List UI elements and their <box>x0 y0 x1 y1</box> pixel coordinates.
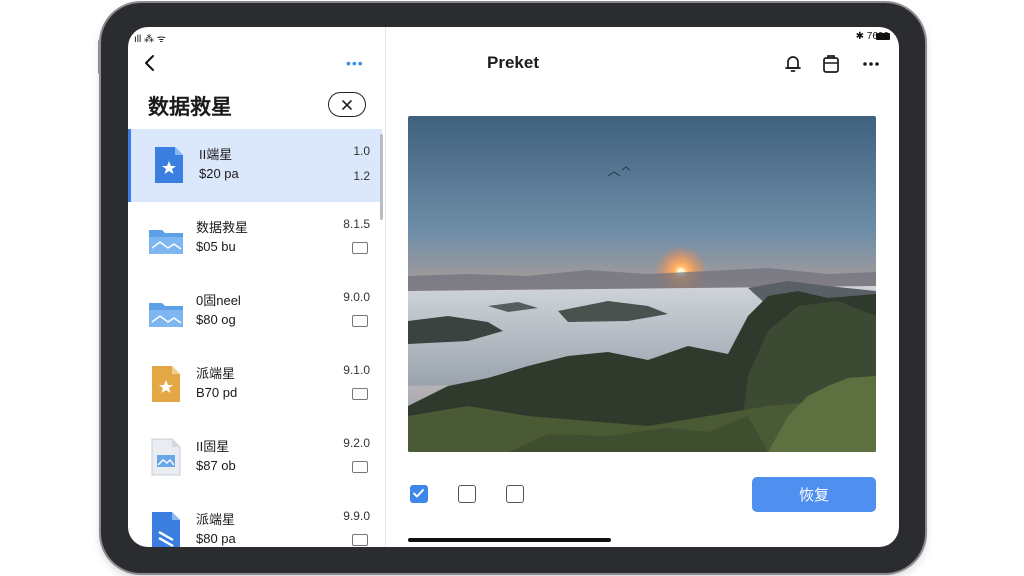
preview-photo <box>408 116 876 452</box>
file-name: II固星 <box>196 439 230 454</box>
file-version: 9.9.0 <box>343 509 370 523</box>
file-size: $80 pa <box>196 531 236 546</box>
blue-document-icon <box>155 147 183 183</box>
sidebar: ••• 数据救星 II端星 $20 pa 1.0 1.2 数据救星 $05 bu… <box>128 27 386 547</box>
list-item[interactable]: 数据救星 $05 bu 8.1.5 <box>128 202 382 275</box>
image-file-icon <box>151 438 181 476</box>
file-size: $87 ob <box>196 458 236 473</box>
sidebar-more-button[interactable]: ••• <box>346 55 364 71</box>
back-chevron-icon[interactable] <box>142 53 158 73</box>
file-version: 1.0 <box>353 144 370 158</box>
select-checkbox[interactable] <box>352 534 368 546</box>
list-item[interactable]: II固星 $87 ob 9.2.0 <box>128 421 382 494</box>
list-item[interactable]: 0固neel $80 og 9.0.0 <box>128 275 382 348</box>
option-checkbox-3[interactable] <box>506 485 524 503</box>
list-item[interactable]: 派端星 $80 pa 9.9.0 <box>128 494 382 547</box>
restore-button[interactable]: 恢复 <box>752 477 876 512</box>
page-title: Preket <box>487 53 539 72</box>
file-size: $80 og <box>196 312 236 327</box>
select-checkbox[interactable] <box>352 242 368 254</box>
option-checkbox-2[interactable] <box>458 485 476 503</box>
clipboard-icon[interactable] <box>821 53 841 75</box>
list-item[interactable]: II端星 $20 pa 1.0 1.2 <box>128 129 382 202</box>
file-name: 数据救星 <box>196 220 249 235</box>
file-name: 派端星 <box>196 366 236 381</box>
file-version: 8.1.5 <box>343 217 370 231</box>
more-options-icon[interactable] <box>861 53 881 75</box>
select-checkbox[interactable] <box>352 388 368 400</box>
file-name: 0固neel <box>196 293 241 308</box>
home-indicator <box>408 538 611 542</box>
close-icon <box>342 99 352 110</box>
option-checkbox-1[interactable] <box>410 485 428 503</box>
sidebar-scrollbar[interactable] <box>380 134 383 220</box>
select-checkbox[interactable] <box>352 461 368 473</box>
file-version: 9.1.0 <box>343 363 370 377</box>
blue-folder-icon <box>149 303 183 327</box>
volume-button <box>98 40 101 74</box>
detail-panel: Preket 恢复 <box>387 27 899 547</box>
sidebar-title: 数据救星 <box>148 96 232 119</box>
select-checkbox[interactable] <box>352 315 368 327</box>
file-size: $20 pa <box>199 166 239 181</box>
file-name: II端星 <box>199 147 233 162</box>
file-list: II端星 $20 pa 1.0 1.2 数据救星 $05 bu 8.1.5 0固… <box>128 129 382 547</box>
file-version: 9.0.0 <box>343 290 370 304</box>
app-screen: ıll ⁂ ᯤ ✱ 7600 ••• 数据救星 II端星 $20 pa 1.0 … <box>128 27 899 547</box>
blue-folder-icon <box>149 230 183 254</box>
orange-document-icon <box>152 366 180 402</box>
file-version: 9.2.0 <box>343 436 370 450</box>
blue-document-icon <box>152 512 180 547</box>
file-name: 派端星 <box>196 512 236 527</box>
file-size: B70 pd <box>196 385 238 400</box>
file-size: $05 bu <box>196 239 236 254</box>
file-version-secondary: 1.2 <box>353 169 370 183</box>
close-button[interactable] <box>328 92 366 117</box>
checkmark-icon <box>413 489 424 498</box>
bell-icon[interactable] <box>783 53 803 75</box>
list-item[interactable]: 派端星 B70 pd 9.1.0 <box>128 348 382 421</box>
